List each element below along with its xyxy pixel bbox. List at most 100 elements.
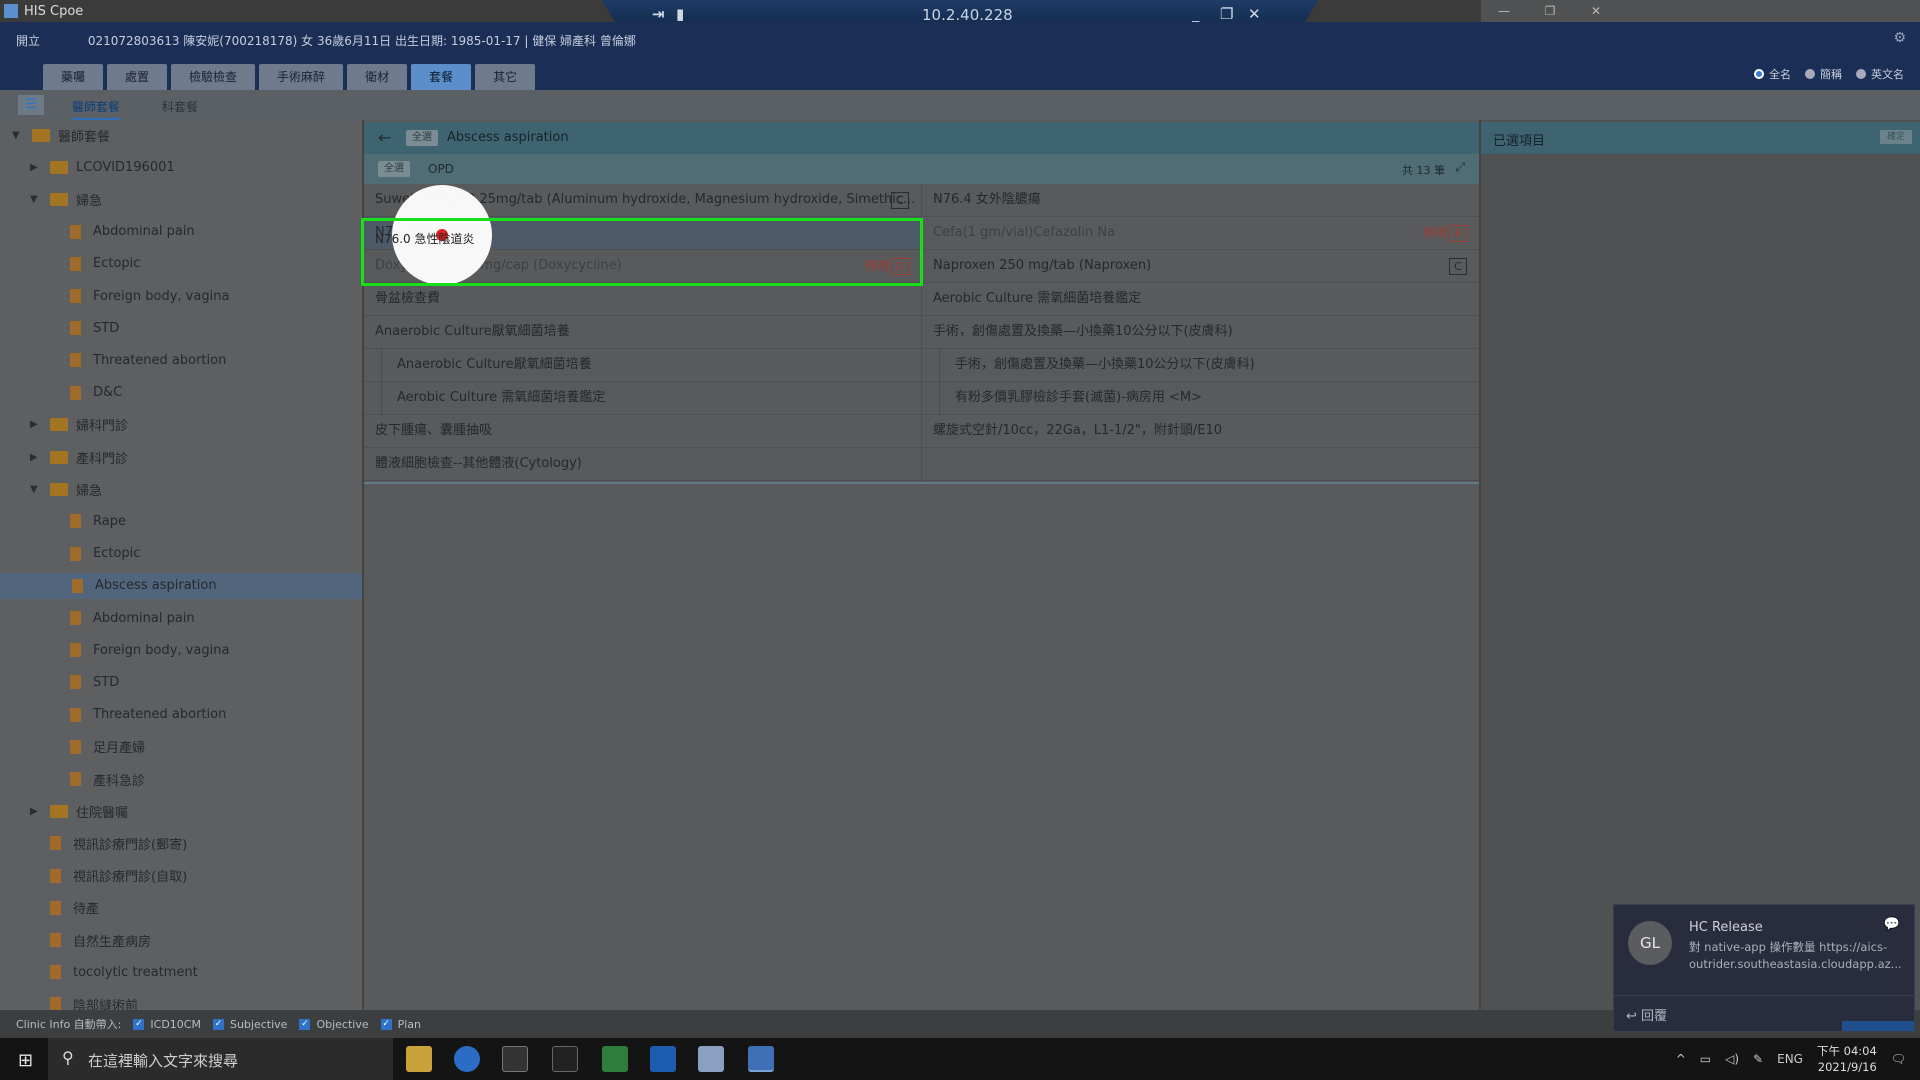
expand-down-icon[interactable]: ▼ [30, 484, 44, 495]
tree-node[interactable]: ▼ 婦急 [30, 476, 102, 502]
app-green-icon[interactable] [602, 1046, 628, 1072]
tree-node[interactable]: 產科急診 [70, 766, 145, 792]
back-arrow-icon[interactable]: ← [378, 128, 391, 147]
order-item[interactable]: Cefa(1 gm/vial)Cefazolin Na 停用 B [922, 217, 1479, 250]
terminal-icon[interactable] [552, 1046, 578, 1072]
tree-node-label: 醫師套餐 [58, 129, 111, 145]
tab-5[interactable]: 套餐 [411, 64, 472, 90]
notification-toast[interactable]: GL HC Release 對 native-app 操作數量 https://… [1613, 904, 1916, 1032]
tree-node[interactable]: Abdominal pain [70, 605, 195, 631]
tree-node[interactable]: D&C [70, 380, 122, 406]
subtab-department-set[interactable]: 科套餐 [162, 98, 198, 115]
expand-down-icon[interactable]: ▼ [30, 194, 44, 205]
radio-name-1[interactable]: 簡稱 [1805, 66, 1842, 82]
confirm-button[interactable]: 確定 [1880, 130, 1912, 144]
tree-node[interactable]: 視訊診療門診(自取) [50, 863, 187, 889]
tree-node[interactable]: ▶ LCOVID196001 [30, 154, 175, 180]
tree-node[interactable]: Ectopic [70, 251, 140, 277]
notification-center-icon[interactable]: 🗨 [1891, 1052, 1906, 1066]
console-icon[interactable] [502, 1046, 528, 1072]
tab-2[interactable]: 檢驗檢查 [171, 64, 256, 90]
tab-1[interactable]: 處置 [107, 64, 168, 90]
tree-node[interactable]: 自然生產病房 [50, 927, 151, 953]
tree-node[interactable]: Ectopic [70, 541, 140, 567]
radio-name-0[interactable]: 全名 [1754, 66, 1791, 82]
order-item[interactable]: 螺旋式空針/10cc，22Ga，L1-1/2"，附針頭/E10 [922, 415, 1479, 448]
close-button[interactable]: ✕ [1573, 0, 1619, 22]
order-item[interactable]: Aerobic Culture 需氧細菌培養鑑定 [922, 283, 1479, 316]
order-item[interactable]: 手術，創傷處置及換藥—小換藥10公分以下(皮膚科) [922, 349, 1479, 382]
language-indicator[interactable]: ENG [1777, 1052, 1803, 1066]
reply-button[interactable]: ↩ 回覆 [1626, 1005, 1667, 1024]
tree-node[interactable]: Abdominal pain [70, 219, 195, 245]
minimize-button[interactable]: — [1481, 0, 1527, 22]
tab-6[interactable]: 其它 [475, 64, 536, 90]
tree-node[interactable]: tocolytic treatment [50, 959, 198, 985]
tree-node[interactable]: ▶ 住院醫囑 [30, 798, 128, 824]
order-item[interactable]: 手術，創傷處置及換藥—小換藥10公分以下(皮膚科) [922, 316, 1479, 349]
tree-node[interactable]: Rape [70, 508, 126, 534]
restore-button[interactable]: ❐ [1527, 0, 1573, 22]
his-cpoe-taskbar-icon[interactable] [748, 1046, 774, 1072]
order-item[interactable] [922, 448, 1479, 481]
tab-3[interactable]: 手術麻醉 [259, 64, 344, 90]
subtab-doctor-set[interactable]: 醫師套餐 [72, 98, 121, 120]
gear-icon[interactable]: ⚙ [1893, 30, 1906, 46]
tree-node[interactable]: 陰部縫術前 [50, 991, 138, 1010]
expand-right-icon[interactable]: ▶ [30, 162, 44, 173]
media-app-icon[interactable] [650, 1046, 676, 1072]
tree-node[interactable]: 視訊診療門診(郵寄) [50, 830, 187, 856]
tree-node[interactable]: Foreign body, vagina [70, 637, 229, 663]
network-icon[interactable]: ▭ [1700, 1052, 1711, 1066]
chevron-up-icon[interactable]: ^ [1676, 1052, 1686, 1066]
select-all-button[interactable]: 全選 [406, 130, 438, 146]
book-app-icon[interactable] [698, 1046, 724, 1072]
expand-right-icon[interactable]: ▶ [30, 452, 44, 463]
expand-right-icon[interactable]: ▶ [30, 806, 44, 817]
tree-node[interactable]: 足月產婦 [70, 734, 145, 760]
expand-icon[interactable]: ⤢ [1455, 160, 1465, 175]
clock[interactable]: 下午 04:04 2021/9/16 [1817, 1043, 1877, 1075]
tree-node[interactable]: STD [70, 669, 119, 695]
tree-node[interactable]: STD [70, 315, 119, 341]
tree-view-icon[interactable]: ☰ [18, 95, 44, 115]
expand-down-icon[interactable]: ▼ [12, 130, 26, 141]
order-item[interactable]: Anaerobic Culture厭氧細菌培養 [364, 349, 921, 382]
order-item[interactable]: Naproxen 250 mg/tab (Naproxen) C [922, 250, 1479, 283]
tree-node[interactable]: ▶ 婦科門診 [30, 412, 128, 438]
order-item[interactable]: 體液細胞檢查--其他體液(Cytology) [364, 448, 921, 481]
tree-node[interactable]: Threatened abortion [70, 347, 226, 373]
rd-close-icon[interactable]: ✕ [1248, 5, 1261, 23]
select-all-sub-button[interactable]: 全選 [378, 161, 410, 177]
checkbox-objective[interactable]: ✓ Objective [299, 1018, 369, 1031]
tree-node[interactable]: ▶ 產科門診 [30, 444, 128, 470]
tab-0[interactable]: 藥囑 [43, 64, 104, 90]
tree-node[interactable]: 待產 [50, 895, 99, 921]
expand-right-icon[interactable]: ▶ [30, 419, 44, 430]
rd-minimize-icon[interactable]: _ [1192, 5, 1200, 23]
checkbox-plan[interactable]: ✓ Plan [380, 1018, 421, 1031]
checkbox-icd10cm[interactable]: ✓ ICD10CM [133, 1018, 201, 1031]
file-explorer-icon[interactable] [406, 1046, 432, 1072]
order-item[interactable]: Aerobic Culture 需氧細菌培養鑑定 [364, 382, 921, 415]
order-item[interactable]: N76.4 女外陰膿瘍 [922, 184, 1479, 217]
order-item[interactable]: 皮下腫瘍、囊腫抽吸 [364, 415, 921, 448]
tree-node[interactable]: ▼ 醫師套餐 [12, 122, 110, 148]
volume-icon[interactable]: ◁) [1725, 1052, 1739, 1066]
tree-node[interactable]: ▼ 婦急 [30, 186, 102, 212]
pin-icon[interactable]: ⇥ [652, 5, 665, 23]
order-item[interactable]: Anaerobic Culture厭氧細菌培養 [364, 316, 921, 349]
edge-browser-icon[interactable] [454, 1046, 480, 1072]
order-item[interactable]: 有粉多價乳膠檢診手套(滅菌)-病房用 <M> [922, 382, 1479, 415]
windows-start-icon[interactable]: ⊞ [18, 1050, 33, 1071]
rd-restore-icon[interactable]: ❐ [1220, 5, 1233, 23]
tab-4[interactable]: 衛材 [347, 64, 408, 90]
taskbar-search[interactable]: ⚲ 在這裡輸入文字來搜尋 [48, 1038, 393, 1080]
radio-name-2[interactable]: 英文名 [1856, 66, 1904, 82]
tree-node[interactable]: Threatened abortion [70, 702, 226, 728]
tree-node[interactable]: Abscess aspiration [0, 572, 362, 599]
tree-node[interactable]: Foreign body, vagina [70, 283, 229, 309]
order-item[interactable]: 骨盆檢查費 [364, 283, 921, 316]
checkbox-subjective[interactable]: ✓ Subjective [212, 1018, 287, 1031]
pen-icon[interactable]: ✎ [1753, 1052, 1763, 1066]
